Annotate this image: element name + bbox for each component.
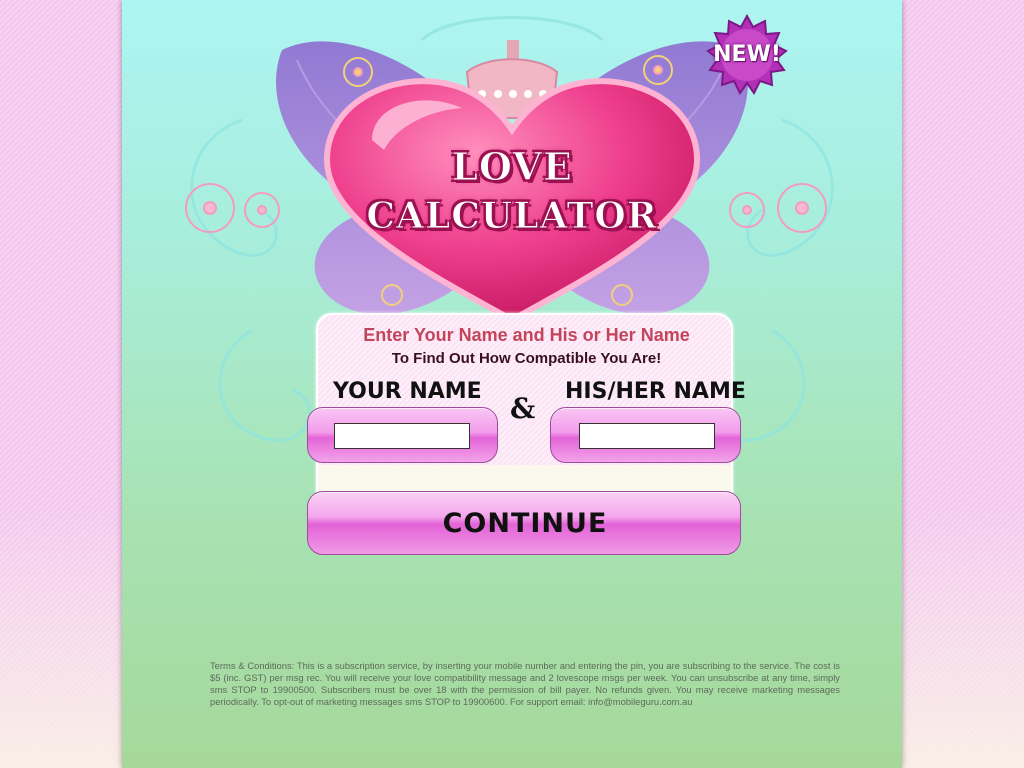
their-name-label: HIS/HER NAME: [565, 379, 746, 404]
ampersand: &: [510, 392, 536, 425]
form-headline: Enter Your Name and His or Her Name: [363, 325, 690, 345]
your-name-label: YOUR NAME: [333, 379, 482, 404]
new-badge: NEW!: [704, 13, 790, 100]
main-panel: NEW! LOVE CALCULATOR Enter Your Name and…: [122, 0, 902, 768]
terms-and-conditions: Terms & Conditions: This is a subscripti…: [210, 660, 840, 707]
your-name-pill: [307, 407, 498, 463]
their-name-input[interactable]: [579, 423, 715, 449]
title-line-love: LOVE: [451, 144, 573, 189]
new-badge-label: NEW!: [713, 42, 781, 67]
form-subheadline: To Find Out How Compatible You Are!: [391, 350, 662, 367]
app-title: LOVE CALCULATOR: [352, 144, 672, 235]
continue-label: CONTINUE: [442, 508, 608, 539]
their-name-pill: [550, 407, 741, 463]
your-name-input[interactable]: [334, 423, 470, 449]
title-line-calculator: CALCULATOR: [366, 195, 658, 237]
continue-button[interactable]: CONTINUE: [307, 491, 741, 555]
